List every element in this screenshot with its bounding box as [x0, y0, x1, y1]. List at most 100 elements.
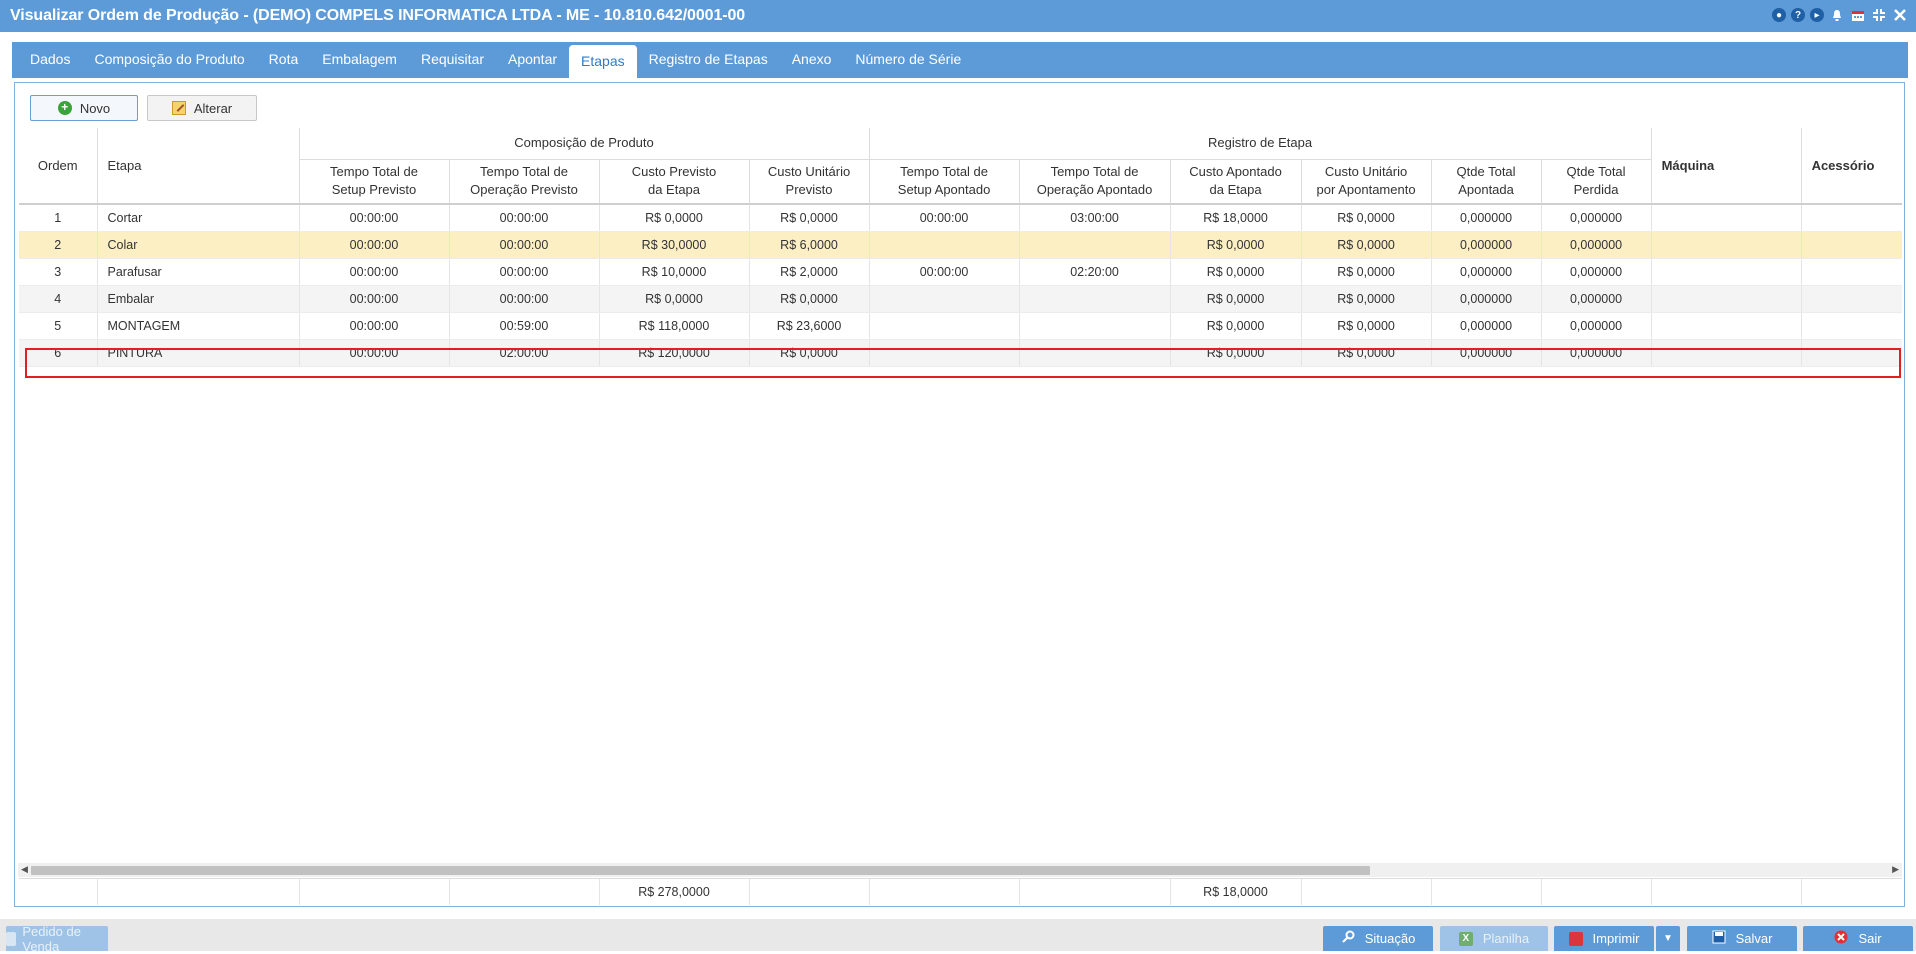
cell-custo-previsto: R$ 0,0000 [599, 204, 750, 232]
col-header-custo-previsto[interactable]: Custo Previsto da Etapa [599, 159, 750, 205]
cell-custo-previsto: R$ 10,0000 [599, 258, 750, 286]
cell-operacao-apontado [1019, 312, 1171, 340]
scrollbar-thumb[interactable] [31, 866, 1370, 875]
col-header-acessorio[interactable]: Acessório [1801, 128, 1902, 205]
play-icon[interactable]: ▸ [1810, 8, 1824, 22]
edit-icon [171, 101, 186, 115]
close-icon[interactable] [1892, 7, 1908, 23]
excel-icon: X [1458, 931, 1473, 946]
bell-icon[interactable] [1829, 7, 1845, 23]
table-row[interactable]: 5 MONTAGEM 00:00:00 00:59:00 R$ 118,0000 R$ 2… [19, 312, 1902, 340]
imprimir-dropdown-button[interactable]: ▼ [1656, 926, 1680, 951]
table-row[interactable]: 3 Parafusar 00:00:00 00:00:00 R$ 10,0000 R$ 2… [19, 258, 1902, 286]
novo-label: Novo [79, 100, 111, 116]
cell-custo-unitario-apontamento: R$ 0,0000 [1301, 312, 1432, 340]
collapse-icon[interactable] [1871, 7, 1887, 23]
cell-qtde-apontada: 0,000000 [1431, 231, 1542, 259]
cell-operacao-previsto: 02:00:00 [449, 339, 600, 367]
window-titlebar: Visualizar Ordem de Produção - (DEMO) CO… [0, 0, 1916, 32]
col-header-custo-apontado[interactable]: Custo Apontado da Etapa [1170, 159, 1302, 205]
cell-ordem: 2 [19, 231, 98, 259]
imprimir-button[interactable]: Imprimir [1554, 926, 1654, 951]
col-header-maquina[interactable]: Máquina [1651, 128, 1802, 205]
cell-custo-unitario-previsto: R$ 0,0000 [749, 339, 870, 367]
horizontal-scrollbar[interactable]: ◀ ▶ [18, 863, 1902, 877]
col-header-custo-unitario-apontamento[interactable]: Custo Unitário por Apontamento [1301, 159, 1432, 205]
etapas-grid: Ordem Etapa Composição de Produto Regist… [19, 128, 1902, 863]
cell-acessorio [1801, 231, 1902, 259]
cell-qtde-perdida: 0,000000 [1541, 204, 1652, 232]
col-header-custo-unitario-previsto[interactable]: Custo Unitário Previsto [749, 159, 870, 205]
tab-registro-de-etapas[interactable]: Registro de Etapas [637, 45, 780, 75]
planilha-button[interactable]: X Planilha [1440, 926, 1548, 951]
tab-numero-de-serie[interactable]: Número de Série [843, 45, 973, 75]
col-header-operacao-previsto[interactable]: Tempo Total de Operação Previsto [449, 159, 600, 205]
cell-qtde-perdida: 0,000000 [1541, 339, 1652, 367]
col-header-ordem[interactable]: Ordem [19, 128, 98, 205]
cell-custo-unitario-apontamento: R$ 0,0000 [1301, 231, 1432, 259]
calendar-icon[interactable] [1850, 7, 1866, 23]
table-row[interactable]: 4 Embalar 00:00:00 00:00:00 R$ 0,0000 R$ 0,00… [19, 285, 1902, 313]
cell-setup-apontado: 00:00:00 [869, 204, 1020, 232]
cell-custo-unitario-previsto: R$ 0,0000 [749, 204, 870, 232]
table-row[interactable]: 2 Colar 00:00:00 00:00:00 R$ 30,0000 R$ 6,000… [19, 231, 1902, 259]
salvar-button[interactable]: Salvar [1687, 926, 1797, 951]
cell-maquina [1651, 204, 1802, 232]
cell-custo-previsto: R$ 120,0000 [599, 339, 750, 367]
chat-icon[interactable]: ● [1772, 8, 1786, 22]
cell-acessorio [1801, 312, 1902, 340]
table-row[interactable]: 6 PINTURA 00:00:00 02:00:00 R$ 120,0000 R$ 0,… [19, 339, 1902, 367]
tab-embalagem[interactable]: Embalagem [310, 45, 409, 75]
cell-qtde-apontada: 0,000000 [1431, 339, 1542, 367]
pedido-de-venda-button[interactable]: Pedido de Venda [6, 924, 108, 954]
help-icon[interactable]: ? [1791, 8, 1805, 22]
cell-setup-previsto: 00:00:00 [299, 339, 450, 367]
cell-ordem: 4 [19, 285, 98, 313]
cell-operacao-previsto: 00:00:00 [449, 285, 600, 313]
cell-custo-unitario-previsto: R$ 23,6000 [749, 312, 870, 340]
cell-setup-apontado [869, 312, 1020, 340]
tab-dados[interactable]: Dados [18, 45, 82, 75]
sair-button[interactable]: Sair [1803, 926, 1913, 951]
document-icon [6, 931, 17, 946]
table-row[interactable]: 1 Cortar 00:00:00 00:00:00 R$ 0,0000 R$ 0,000… [19, 204, 1902, 232]
cell-qtde-perdida: 0,000000 [1541, 285, 1652, 313]
novo-button[interactable]: + Novo [30, 95, 138, 121]
cell-custo-previsto: R$ 0,0000 [599, 285, 750, 313]
add-icon: + [57, 101, 72, 115]
group-header-composicao: Composição de Produto [299, 128, 870, 160]
window-title: Visualizar Ordem de Produção - (DEMO) CO… [10, 7, 746, 24]
tab-rota[interactable]: Rota [257, 45, 311, 75]
cell-qtde-apontada: 0,000000 [1431, 204, 1542, 232]
scroll-left-icon[interactable]: ◀ [21, 864, 28, 875]
situacao-button[interactable]: Situação [1323, 926, 1433, 951]
cell-acessorio [1801, 339, 1902, 367]
cell-custo-unitario-previsto: R$ 2,0000 [749, 258, 870, 286]
cell-maquina [1651, 258, 1802, 286]
cell-acessorio [1801, 258, 1902, 286]
tab-etapas[interactable]: Etapas [569, 45, 637, 78]
totals-row: R$ 278,0000 R$ 18,0000 [19, 878, 1902, 906]
col-header-qtde-perdida[interactable]: Qtde Total Perdida [1541, 159, 1652, 205]
cell-custo-unitario-previsto: R$ 6,0000 [749, 231, 870, 259]
col-header-setup-apontado[interactable]: Tempo Total de Setup Apontado [869, 159, 1020, 205]
grid-body: 1 Cortar 00:00:00 00:00:00 R$ 0,0000 R$ 0,000… [19, 204, 1902, 367]
tab-requisitar[interactable]: Requisitar [409, 45, 496, 75]
col-header-qtde-apontada[interactable]: Qtde Total Apontada [1431, 159, 1542, 205]
tab-composicao-do-produto[interactable]: Composição do Produto [82, 45, 256, 75]
alterar-button[interactable]: Alterar [147, 95, 257, 121]
cell-custo-unitario-previsto: R$ 0,0000 [749, 285, 870, 313]
cell-operacao-previsto: 00:00:00 [449, 231, 600, 259]
col-header-etapa[interactable]: Etapa [97, 128, 300, 205]
col-header-operacao-apontado[interactable]: Tempo Total de Operação Apontado [1019, 159, 1171, 205]
save-icon [1712, 930, 1726, 947]
tab-apontar[interactable]: Apontar [496, 45, 569, 75]
col-header-setup-previsto[interactable]: Tempo Total de Setup Previsto [299, 159, 450, 205]
tab-anexo[interactable]: Anexo [780, 45, 844, 75]
cell-operacao-apontado [1019, 339, 1171, 367]
cell-qtde-perdida: 0,000000 [1541, 231, 1652, 259]
scroll-right-icon[interactable]: ▶ [1892, 864, 1899, 875]
cell-etapa: Cortar [97, 204, 300, 232]
titlebar-icons: ● ? ▸ [1772, 7, 1908, 23]
cell-custo-unitario-apontamento: R$ 0,0000 [1301, 258, 1432, 286]
